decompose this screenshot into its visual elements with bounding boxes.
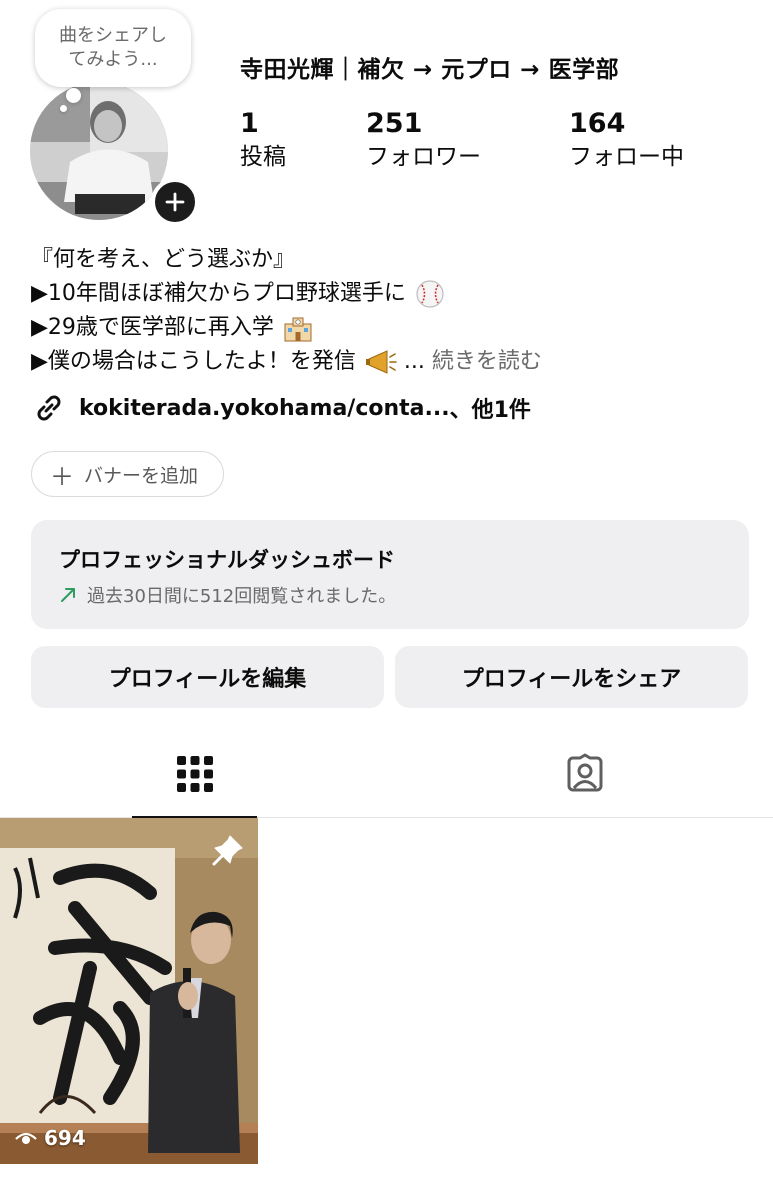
post-photo: [0, 818, 258, 1164]
link-text: kokiterada.yokohama/conta...: [79, 395, 450, 421]
profile-avatar-area[interactable]: [30, 82, 199, 226]
stat-followers-label: フォロワー: [366, 144, 481, 170]
stat-following[interactable]: 164 フォロー中: [569, 108, 684, 174]
baseball-icon: [416, 280, 444, 308]
dashboard-subtitle: 過去30日間に512回閲覧されました。: [59, 582, 721, 608]
eye-icon: [15, 1132, 37, 1144]
tab-posts-grid[interactable]: [132, 730, 257, 819]
stat-followers-value: 251: [366, 108, 423, 139]
post-thumbnail[interactable]: 694: [0, 818, 258, 1164]
bio-line-2: ▶10年間ほぼ補欠からプロ野球選手に: [31, 277, 542, 311]
bio: 『何を考え、どう選ぶか』 ▶10年間ほぼ補欠からプロ野球選手に ▶29歳で医学部…: [31, 243, 542, 379]
stat-posts[interactable]: 1 投稿: [240, 108, 286, 174]
stat-posts-value: 1: [240, 108, 259, 139]
dashboard-subtitle-text: 過去30日間に512回閲覧されました。: [87, 586, 397, 607]
stat-following-label: フォロー中: [569, 144, 684, 170]
avatar-photo: [30, 82, 168, 220]
bio-line-4: ▶僕の場合はこうしたよ！を発信 ... 続きを読む: [31, 345, 542, 379]
bio-more-link[interactable]: 続きを読む: [432, 349, 542, 374]
view-count-value: 694: [44, 1126, 86, 1150]
tab-tagged[interactable]: [522, 730, 647, 818]
grid-icon: [176, 756, 213, 792]
bio-ellipsis: ...: [403, 349, 432, 374]
note-bubble-tail: [66, 88, 81, 103]
profile-tabs: [0, 730, 773, 819]
trend-up-icon: [61, 588, 75, 602]
add-banner-label: バナーを追加: [84, 464, 199, 487]
plus-icon: [165, 192, 185, 212]
school-icon: [284, 317, 312, 342]
bio-line-2-text: ▶10年間ほぼ補欠からプロ野球選手に: [31, 281, 406, 306]
bio-line-3-text: ▶29歳で医学部に再入学: [31, 315, 274, 340]
dashboard-title: プロフェッショナルダッシュボード: [59, 548, 395, 572]
avatar[interactable]: [30, 82, 168, 220]
link-icon: [37, 395, 61, 421]
stat-followers[interactable]: 251 フォロワー: [366, 108, 481, 174]
stat-following-value: 164: [569, 108, 626, 139]
bio-line-1: 『何を考え、どう選ぶか』: [31, 247, 296, 272]
tagged-person-icon: [567, 753, 602, 792]
view-count: 694: [14, 1126, 86, 1150]
note-text-line1: 曲をシェアし: [59, 25, 167, 46]
profile-link[interactable]: kokiterada.yokohama/conta... 、他1件: [31, 390, 531, 426]
add-banner-button[interactable]: ＋ バナーを追加: [31, 451, 224, 497]
link-suffix: 、他1件: [449, 398, 531, 423]
pin-icon: [212, 835, 243, 866]
profile-name: 寺田光輝｜補欠 → 元プロ → 医学部: [240, 57, 620, 83]
stat-posts-label: 投稿: [240, 144, 286, 170]
edit-profile-button[interactable]: プロフィールを編集: [31, 646, 384, 708]
bio-line-4-text: ▶僕の場合はこうしたよ！を発信: [31, 349, 356, 374]
megaphone-icon: [365, 350, 397, 374]
share-profile-button[interactable]: プロフィールをシェア: [395, 646, 748, 708]
note-text-line2: てみよう...: [68, 49, 158, 70]
note-bubble-tail-small: [60, 105, 67, 112]
add-story-button[interactable]: [151, 178, 199, 226]
professional-dashboard[interactable]: プロフェッショナルダッシュボード 過去30日間に512回閲覧されました。: [31, 520, 749, 629]
bio-line-3: ▶29歳で医学部に再入学: [31, 311, 542, 345]
note-bubble[interactable]: 曲をシェアし てみよう...: [35, 9, 191, 87]
plus-icon: ＋: [50, 462, 74, 491]
